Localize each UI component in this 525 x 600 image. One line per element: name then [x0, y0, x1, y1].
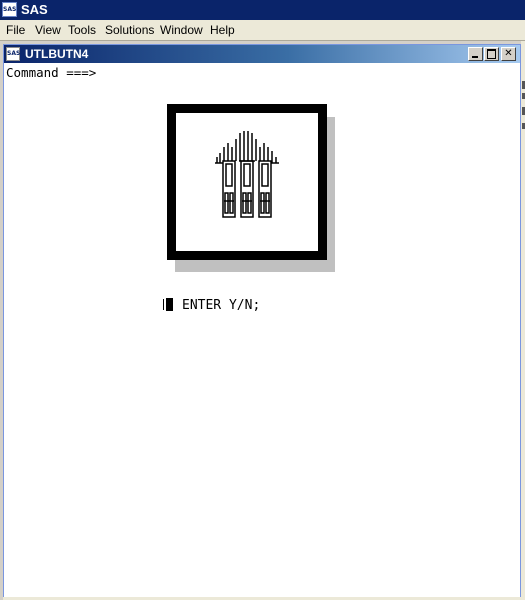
utlbutn4-window[interactable]: SAS UTLBUTN4 ✕ Command ===> ENTER Y/N; [3, 44, 521, 600]
right-edge [521, 41, 525, 600]
prompt-line[interactable]: ENTER Y/N; [166, 298, 260, 314]
prompt-text: ENTER Y/N; [182, 298, 261, 313]
menu-file[interactable]: File [6, 23, 25, 38]
command-line-label[interactable]: Command ===> [6, 65, 96, 81]
logo-frame [167, 104, 327, 260]
sas-window-icon[interactable]: SAS [6, 47, 20, 61]
sas-app-icon[interactable]: SAS [2, 2, 17, 17]
sas-logo-icon [215, 131, 279, 218]
window-title: UTLBUTN4 [25, 47, 89, 61]
menu-view[interactable]: View [35, 23, 61, 38]
close-icon[interactable]: ✕ [501, 47, 516, 61]
app-title-bar[interactable]: SAS SAS [0, 0, 525, 20]
menu-help[interactable]: Help [210, 23, 235, 38]
menu-tools[interactable]: Tools [68, 23, 96, 38]
maximize-icon[interactable] [484, 47, 499, 61]
minimize-icon[interactable] [468, 47, 483, 61]
menu-solutions[interactable]: Solutions [105, 23, 154, 38]
app-title: SAS [21, 2, 48, 17]
menu-window[interactable]: Window [160, 23, 203, 38]
menu-bar: File View Tools Solutions Window Help [0, 20, 525, 41]
text-cursor [166, 298, 173, 311]
child-title-bar[interactable]: SAS UTLBUTN4 ✕ [4, 45, 520, 63]
